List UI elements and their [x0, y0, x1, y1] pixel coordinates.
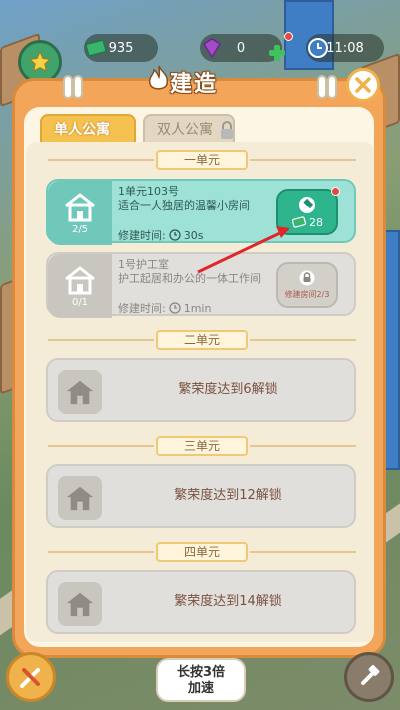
unit-thumbnail — [58, 370, 102, 414]
panel-title: 建造 — [170, 72, 219, 97]
clock-display: 11:08 — [306, 34, 384, 62]
room-card-locked[interactable]: 0/1 1号护工室 护工起居和办公的一体工作间 修建时间: 1min 修建房间2… — [46, 252, 356, 318]
cash-counter: 935 — [84, 34, 158, 62]
section-title: 四单元 — [156, 542, 248, 562]
build-button[interactable]: 28 — [276, 187, 340, 235]
locked-build-button[interactable]: 修建房间2/3 — [276, 262, 338, 308]
house-icon — [66, 380, 94, 405]
tab-single-apartment[interactable]: 单人公寓 — [40, 114, 136, 144]
unlock-requirement: 繁荣度达到12解锁 — [174, 488, 282, 503]
room-description: 护工起居和办公的一体工作间 — [118, 272, 261, 285]
speedup-line2: 加速 — [187, 681, 214, 696]
unlock-requirement: 繁荣度达到6解锁 — [178, 382, 278, 397]
build-cost: 28 — [309, 215, 323, 229]
room-count: 2/5 — [71, 223, 89, 235]
clock-icon — [169, 302, 181, 314]
room-name: 1号护工室 — [118, 258, 169, 271]
close-button[interactable] — [346, 68, 380, 102]
room-card-available[interactable]: 2/5 1单元103号 适合一人独居的温馨小房间 修建时间: 30s 28 — [46, 179, 356, 245]
notification-dot — [331, 187, 340, 196]
gem-icon — [202, 38, 222, 59]
room-count: 0/1 — [71, 296, 89, 308]
room-info: 1单元103号 适合一人独居的温馨小房间 — [118, 185, 278, 213]
locked-unit-card[interactable]: 繁荣度达到12解锁 — [46, 464, 356, 528]
room-thumbnail: 2/5 — [48, 181, 112, 245]
room-thumbnail: 0/1 — [48, 254, 112, 318]
star-icon — [28, 50, 52, 73]
tab-double-apartment[interactable]: 双人公寓 — [143, 114, 235, 144]
build-time-label: 修建时间: — [118, 302, 166, 315]
hammer-icon — [299, 196, 315, 213]
room-info: 1号护工室 护工起居和办公的一体工作间 — [118, 258, 278, 286]
room-name: 1单元103号 — [118, 185, 179, 198]
binder-ring — [63, 75, 73, 99]
house-icon — [66, 592, 94, 617]
unit-thumbnail — [58, 582, 102, 626]
binder-ring — [73, 75, 83, 99]
section-header: 四单元 — [48, 542, 356, 562]
unlock-requirement: 繁荣度达到14解锁 — [174, 594, 282, 609]
add-gem-icon[interactable] — [268, 44, 286, 62]
cash-icon — [85, 39, 107, 57]
cash-icon — [291, 216, 307, 228]
section-header: 二单元 — [48, 330, 356, 350]
section-title: 三单元 — [156, 436, 248, 456]
binder-ring — [317, 75, 327, 99]
tab-label: 双人公寓 — [157, 122, 213, 138]
close-icon — [355, 77, 371, 93]
house-icon — [66, 486, 94, 511]
build-time: 修建时间: 1min — [118, 300, 211, 316]
tools-button[interactable] — [6, 652, 56, 702]
build-time-label: 修建时间: — [118, 229, 166, 242]
tab-label: 单人公寓 — [54, 122, 110, 138]
house-icon — [65, 192, 95, 221]
build-time: 修建时间: 30s — [118, 227, 203, 243]
section-title: 二单元 — [156, 330, 248, 350]
lock-requirement: 修建房间2/3 — [284, 290, 330, 299]
build-mode-button[interactable] — [344, 652, 394, 702]
locked-unit-card[interactable]: 繁荣度达到6解锁 — [46, 358, 356, 422]
lock-icon — [221, 121, 233, 139]
lock-icon — [299, 270, 315, 286]
wrench-screwdriver-icon — [20, 668, 40, 688]
fire-icon — [148, 65, 169, 90]
section-header: 一单元 — [48, 150, 356, 170]
house-icon — [65, 265, 95, 294]
speedup-line1: 长按3倍 — [176, 665, 226, 680]
unit-thumbnail — [58, 476, 102, 520]
binder-ring — [327, 75, 337, 99]
locked-unit-card[interactable]: 繁荣度达到14解锁 — [46, 570, 356, 634]
clock-icon — [169, 229, 181, 241]
room-description: 适合一人独居的温馨小房间 — [118, 199, 250, 212]
section-header: 三单元 — [48, 436, 356, 456]
clock-icon — [308, 38, 328, 58]
build-time-value: 1min — [183, 301, 212, 315]
notification-dot — [284, 32, 293, 41]
section-title: 一单元 — [156, 150, 248, 170]
build-time-value: 30s — [183, 228, 204, 242]
hammer-icon — [361, 665, 380, 685]
hold-speedup-button[interactable]: 长按3倍 加速 — [156, 658, 246, 702]
